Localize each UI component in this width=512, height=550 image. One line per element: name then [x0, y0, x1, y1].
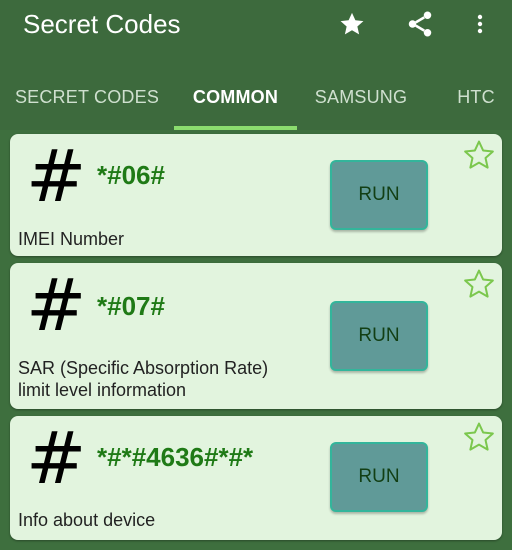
code-value: *#06#	[97, 160, 165, 190]
star-outline-icon[interactable]	[462, 138, 496, 172]
hash-icon: #	[26, 263, 87, 347]
app-bar: Secret Codes SECRET CODES COMMON SAMSUNG…	[0, 0, 512, 130]
code-description: SAR (Specific Absorption Rate) limit lev…	[18, 358, 269, 400]
tab-indicator	[174, 126, 297, 130]
code-description: IMEI Number	[18, 229, 125, 249]
star-outline-icon[interactable]	[462, 420, 496, 454]
tab-bar: SECRET CODES COMMON SAMSUNG HTC	[0, 70, 512, 130]
tab-htc[interactable]: HTC	[440, 70, 512, 130]
run-button[interactable]: RUN	[330, 301, 428, 371]
hash-icon: #	[26, 134, 87, 218]
tab-secret-codes[interactable]: SECRET CODES	[0, 70, 174, 130]
tab-common[interactable]: COMMON	[174, 70, 297, 130]
run-button[interactable]: RUN	[330, 442, 428, 512]
star-icon[interactable]	[334, 6, 370, 42]
code-card: # *#06# IMEI Number RUN	[10, 134, 502, 256]
more-vert-icon[interactable]	[462, 6, 498, 42]
code-card: # *#*#4636#*#* Info about device RUN	[10, 416, 502, 540]
tab-samsung[interactable]: SAMSUNG	[297, 70, 425, 130]
share-icon[interactable]	[402, 6, 438, 42]
hash-icon: #	[26, 416, 87, 500]
star-outline-icon[interactable]	[462, 267, 496, 301]
code-value: *#*#4636#*#*	[97, 442, 254, 472]
code-description: Info about device	[18, 510, 156, 530]
app-title: Secret Codes	[23, 9, 181, 39]
run-button[interactable]: RUN	[330, 160, 428, 230]
code-value: *#07#	[97, 291, 165, 321]
code-card: # *#07# SAR (Specific Absorption Rate) l…	[10, 263, 502, 409]
